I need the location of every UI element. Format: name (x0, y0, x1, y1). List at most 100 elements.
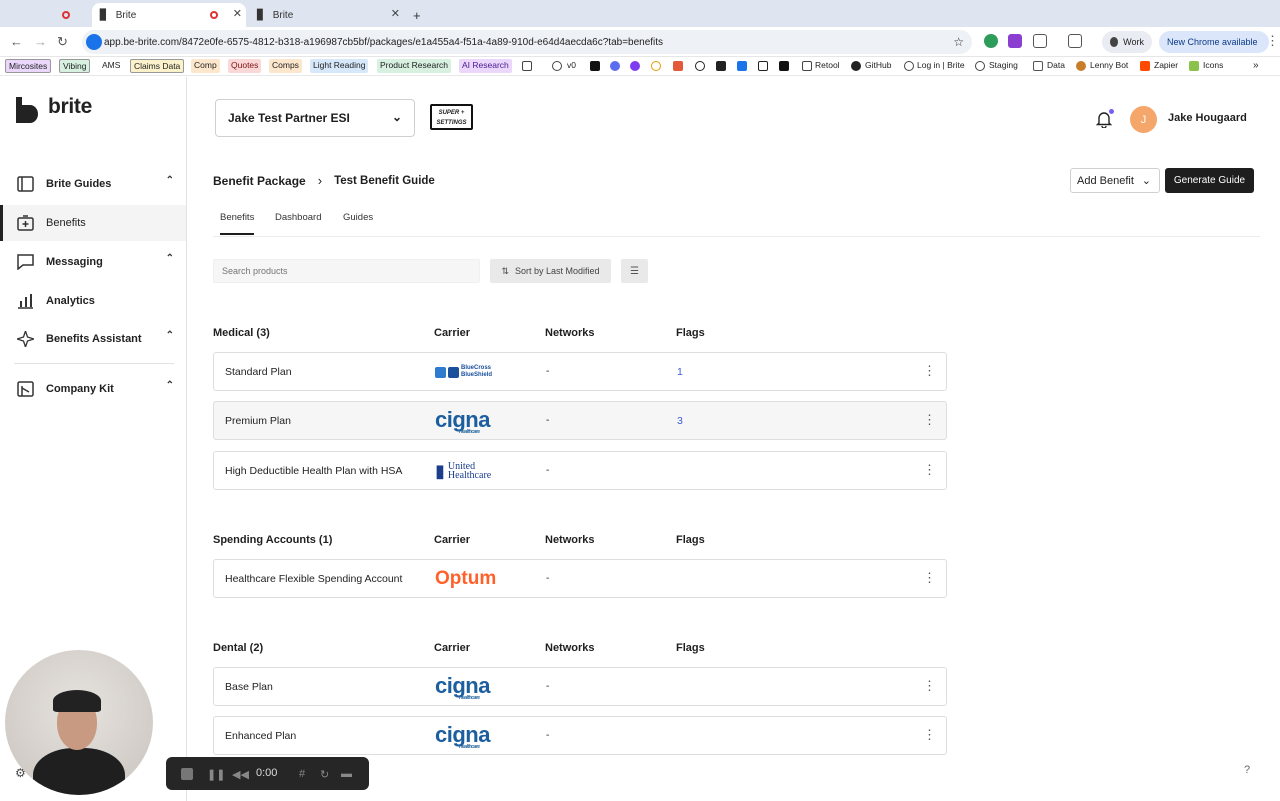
bookmark-item[interactable]: Log in | Brite (914, 59, 968, 73)
back-icon[interactable]: ← (10, 34, 23, 49)
more-options-icon[interactable]: ⋮ (923, 570, 936, 586)
filter-button[interactable]: ☰ (621, 259, 648, 283)
flags-count[interactable]: 3 (677, 415, 683, 427)
chevron-up-icon[interactable]: ⌃ (166, 175, 174, 186)
rewind-icon[interactable]: ◀◀ (232, 768, 249, 781)
profile-button[interactable]: Work (1102, 31, 1152, 53)
sidebar-item-benefits[interactable]: Benefits (0, 205, 186, 241)
super-settings-button[interactable]: SUPER + SETTINGS (430, 104, 473, 130)
table-row[interactable]: Healthcare Flexible Spending Account Opt… (213, 559, 947, 598)
more-options-icon[interactable]: ⋮ (923, 678, 936, 694)
add-benefit-button[interactable]: Add Benefit ⌄ (1070, 168, 1160, 193)
address-bar[interactable]: app.be-brite.com/8472e0fe-6575-4812-b318… (82, 30, 972, 54)
user-name[interactable]: Jake Hougaard (1168, 112, 1247, 124)
globe-icon[interactable] (904, 61, 914, 71)
sidebar-item-analytics[interactable]: Analytics (0, 283, 186, 319)
brite-logo-icon[interactable] (16, 97, 38, 123)
flags-count[interactable]: 1 (677, 366, 683, 378)
trash-icon[interactable]: ▬ (341, 768, 352, 780)
bookmark-item[interactable]: Claims Data (130, 59, 185, 73)
breadcrumb-root[interactable]: Benefit Package (213, 174, 306, 188)
folder-icon[interactable] (1033, 61, 1043, 71)
bookmark-item[interactable]: Icons (1200, 59, 1226, 73)
table-row[interactable]: Base Plan cigna Healthcare - ⋮ (213, 667, 947, 706)
globe-icon[interactable] (975, 61, 985, 71)
extension-icon[interactable] (1008, 34, 1022, 48)
cast-icon[interactable] (1068, 34, 1082, 48)
bookmark-item[interactable]: Data (1044, 59, 1068, 73)
bookmark-favicon-icon[interactable] (737, 61, 747, 71)
more-options-icon[interactable]: ⋮ (923, 363, 936, 379)
more-options-icon[interactable]: ⋮ (923, 462, 936, 478)
bookmark-item[interactable]: Comp (191, 59, 220, 73)
bookmark-favicon-icon[interactable] (651, 61, 661, 71)
bookmark-item[interactable]: Zapier (1151, 59, 1181, 73)
table-row[interactable]: Standard Plan BlueCross BlueShield - 1 ⋮ (213, 352, 947, 391)
sort-button[interactable]: ⇅ Sort by Last Modified (490, 259, 611, 283)
bookmark-favicon-icon[interactable] (779, 61, 789, 71)
chevron-up-icon[interactable]: ⌃ (166, 380, 174, 391)
bookmark-item[interactable]: Retool (812, 59, 843, 73)
stop-icon[interactable] (181, 768, 193, 780)
sidebar-item-company-kit[interactable]: Company Kit ⌃ (0, 371, 186, 407)
table-row[interactable]: High Deductible Health Plan with HSA ▮ U… (213, 451, 947, 490)
table-row[interactable]: Premium Plan cigna Healthcare - 3 ⋮ (213, 401, 947, 440)
forward-icon[interactable]: → (34, 34, 47, 49)
bookmark-favicon-icon[interactable] (673, 61, 683, 71)
bookmarks-overflow-icon[interactable]: » (1250, 59, 1262, 73)
bookmark-item[interactable]: Vibing (59, 59, 91, 73)
close-tab-icon[interactable]: ✕ (391, 7, 400, 20)
help-button[interactable]: ? (1239, 762, 1255, 778)
bookmark-item[interactable]: Lenny Bot (1087, 59, 1131, 73)
table-row[interactable]: Enhanced Plan cigna Healthcare - ⋮ (213, 716, 947, 755)
v0-icon[interactable] (552, 61, 562, 71)
brand-wordmark[interactable]: brite (48, 95, 92, 119)
site-info-icon[interactable] (86, 34, 102, 50)
extensions-puzzle-icon[interactable] (1033, 34, 1047, 48)
browser-tab-recording[interactable] (62, 3, 92, 27)
pause-icon[interactable]: ❚❚ (207, 768, 225, 781)
extension-icon[interactable] (984, 34, 998, 48)
lenny-bot-icon[interactable] (1076, 61, 1086, 71)
bookmark-item[interactable]: Light Reading (310, 59, 369, 73)
chrome-update-button[interactable]: New Chrome available (1159, 31, 1269, 53)
bookmark-favicon-icon[interactable] (610, 61, 620, 71)
bookmark-favicon-icon[interactable] (630, 61, 640, 71)
bookmark-item[interactable]: Product Research (377, 59, 452, 73)
reload-icon[interactable]: ↻ (57, 34, 68, 50)
sidebar-item-brite-guides[interactable]: Brite Guides ⌃ (0, 166, 186, 202)
bookmark-favicon-icon[interactable] (590, 61, 600, 71)
bookmark-favicon-icon[interactable] (716, 61, 726, 71)
bookmark-item[interactable]: v0 (564, 59, 579, 73)
browser-tab-brite[interactable]: ▊ Brite ✕ (252, 3, 404, 27)
new-tab-button[interactable]: + (413, 3, 421, 27)
zapier-icon[interactable] (1140, 61, 1150, 71)
tab-benefits[interactable]: Benefits (220, 212, 255, 235)
bookmark-item[interactable]: AMS (99, 59, 123, 73)
bookmark-item[interactable]: GitHub (862, 59, 894, 73)
sidebar-item-messaging[interactable]: Messaging ⌃ (0, 244, 186, 280)
avatar[interactable]: J (1130, 106, 1157, 133)
tab-guides[interactable]: Guides (343, 212, 373, 223)
bookmark-item[interactable]: Mircosites (5, 59, 52, 73)
retool-icon[interactable] (802, 61, 812, 71)
chevron-up-icon[interactable]: ⌃ (166, 253, 174, 264)
restart-icon[interactable]: ↻ (320, 768, 329, 781)
more-options-icon[interactable]: ⋮ (923, 727, 936, 743)
bookmark-item[interactable]: Staging (986, 59, 1021, 73)
bookmark-item[interactable]: AI Research (459, 59, 512, 73)
grid-icon[interactable]: # (299, 768, 305, 780)
bookmark-favicon-icon[interactable] (695, 61, 705, 71)
search-input[interactable] (213, 259, 480, 283)
webcam-overlay[interactable] (5, 650, 153, 795)
chevron-up-icon[interactable]: ⌃ (166, 330, 174, 341)
gear-icon[interactable]: ⚙ (15, 766, 26, 780)
tab-dashboard[interactable]: Dashboard (275, 212, 321, 223)
sidebar-item-benefits-assistant[interactable]: Benefits Assistant ⌃ (0, 321, 186, 357)
more-options-icon[interactable]: ⋮ (923, 412, 936, 428)
chrome-menu-icon[interactable]: ⋮ (1266, 33, 1279, 49)
bookmark-item[interactable]: Comps (269, 59, 302, 73)
generate-guide-button[interactable]: Generate Guide (1165, 168, 1254, 193)
apps-grid-icon[interactable] (522, 61, 532, 71)
bookmark-item[interactable]: Quotes (228, 59, 262, 73)
